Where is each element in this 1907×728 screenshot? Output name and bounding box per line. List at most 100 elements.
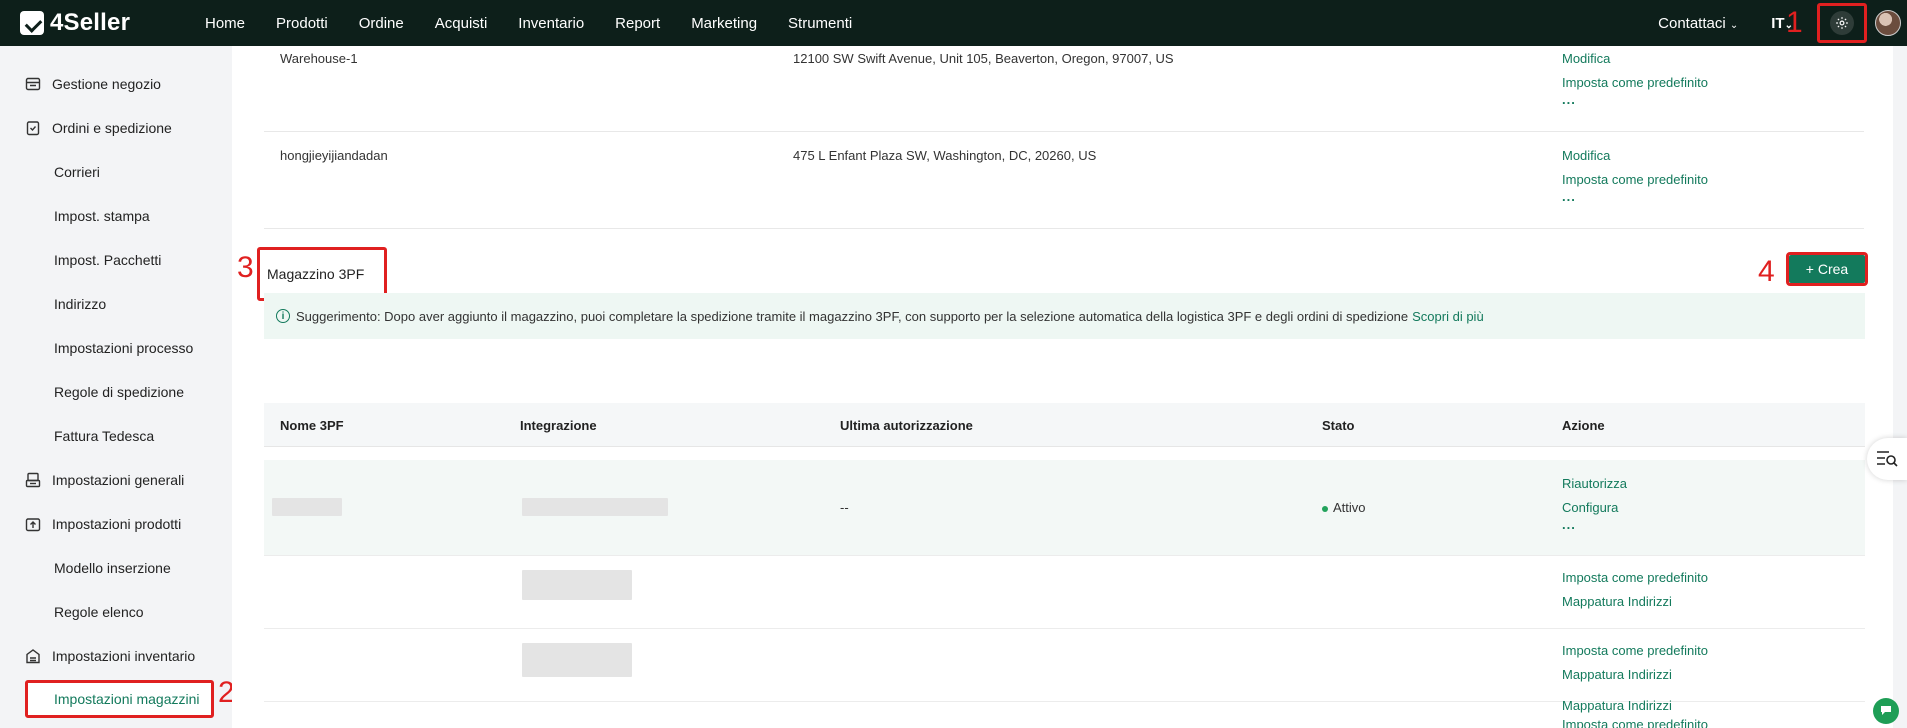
sidebar-item-corrieri[interactable]: Corrieri <box>0 157 232 187</box>
settings-button[interactable] <box>1817 3 1867 43</box>
nav-prodotti[interactable]: Prodotti <box>276 15 328 32</box>
sidebar-item-label: Fattura Tedesca <box>54 428 155 444</box>
set-default-link[interactable]: Imposta come predefinito <box>1562 643 1708 658</box>
sidebar: Gestione negozio Ordini e spedizione Cor… <box>0 46 232 728</box>
sidebar-item-label: Indirizzo <box>54 296 107 312</box>
redacted-integration <box>522 570 632 600</box>
column-header: Integrazione <box>520 418 597 433</box>
column-header: Azione <box>1562 418 1605 433</box>
redacted-integration <box>522 498 668 516</box>
sidebar-item-impostazioni-inventario[interactable]: Impostazioni inventario <box>0 641 232 671</box>
top-navbar: 4Seller Home Prodotti Ordine Acquisti In… <box>0 0 1907 46</box>
search-list-button[interactable] <box>1867 438 1907 480</box>
table-row: Imposta come predefinito Mappatura Indir… <box>264 556 1865 629</box>
tip-text: Suggerimento: Dopo aver aggiunto il maga… <box>296 308 1409 324</box>
more-actions[interactable]: ... <box>1562 189 1576 204</box>
redacted-name <box>272 498 342 516</box>
sidebar-item-ordini-spedizione[interactable]: Ordini e spedizione <box>0 113 232 143</box>
sidebar-item-label: Impost. Pacchetti <box>54 252 162 268</box>
contact-menu[interactable]: Contattaci ⌄ <box>1658 15 1738 32</box>
more-actions[interactable]: ... <box>1562 517 1576 532</box>
sidebar-item-regole-elenco[interactable]: Regole elenco <box>0 597 232 627</box>
language-label: IT <box>1771 14 1785 32</box>
chevron-down-icon: ⌄ <box>1729 19 1739 31</box>
last-auth-value: -- <box>840 500 849 515</box>
create-button[interactable]: + Crea <box>1789 255 1865 283</box>
main-nav: Home Prodotti Ordine Acquisti Inventario… <box>205 15 883 32</box>
sidebar-item-indirizzo[interactable]: Indirizzo <box>0 289 232 319</box>
nav-home[interactable]: Home <box>205 15 245 32</box>
search-list-icon <box>1876 449 1898 470</box>
sidebar-item-fattura-tedesca[interactable]: Fattura Tedesca <box>0 421 232 451</box>
store-icon <box>24 75 42 93</box>
row-divider <box>264 131 1864 132</box>
nav-marketing[interactable]: Marketing <box>691 15 757 32</box>
info-icon: i <box>276 309 290 323</box>
warehouse-address: 12100 SW Swift Avenue, Unit 105, Beavert… <box>793 51 1174 66</box>
nav-report[interactable]: Report <box>615 15 660 32</box>
inventory-icon <box>24 647 42 665</box>
logo-icon <box>20 11 44 35</box>
sidebar-item-impostazioni-magazzini[interactable]: Impostazioni magazzini <box>25 680 214 718</box>
table-row: Imposta come predefinito Mappatura Indir… <box>264 629 1865 702</box>
redacted-integration <box>522 643 632 677</box>
column-header: Ultima autorizzazione <box>840 418 973 433</box>
learn-more-link[interactable]: Scopri di più <box>1412 309 1484 324</box>
gear-icon <box>1830 11 1854 35</box>
chat-support-button[interactable] <box>1873 698 1899 724</box>
sidebar-item-label: Impostazioni inventario <box>52 648 196 664</box>
sidebar-item-impostazioni-generali[interactable]: Impostazioni generali <box>0 465 232 495</box>
sidebar-item-impostazioni-prodotti[interactable]: Impostazioni prodotti <box>0 509 232 539</box>
sidebar-item-label: Corrieri <box>54 164 100 180</box>
printer-icon <box>24 471 42 489</box>
nav-ordine[interactable]: Ordine <box>359 15 404 32</box>
warehouse-name: hongjieyijiandadan <box>280 148 388 163</box>
nav-strumenti[interactable]: Strumenti <box>788 15 852 32</box>
sidebar-item-label: Impost. stampa <box>54 208 150 224</box>
sidebar-item-modello-inserzione[interactable]: Modello inserzione <box>0 553 232 583</box>
sidebar-item-label: Impostazioni processo <box>54 340 194 356</box>
nav-acquisti[interactable]: Acquisti <box>435 15 488 32</box>
sidebar-item-label: Gestione negozio <box>52 76 161 92</box>
set-default-link[interactable]: Imposta come predefinito <box>1562 75 1708 90</box>
edit-link[interactable]: Modifica <box>1562 51 1610 66</box>
edit-link[interactable]: Modifica <box>1562 148 1610 163</box>
address-mapping-link[interactable]: Mappatura Indirizzi <box>1562 594 1672 609</box>
sidebar-item-regole-spedizione[interactable]: Regole di spedizione <box>0 377 232 407</box>
set-default-link[interactable]: Imposta come predefinito <box>1562 570 1708 585</box>
status-badge: Attivo <box>1322 500 1366 515</box>
status-text: Attivo <box>1333 500 1366 515</box>
brand-name: 4Seller <box>50 9 131 36</box>
set-default-link[interactable]: Imposta come predefinito <box>1562 717 1708 728</box>
more-actions[interactable]: ... <box>1562 92 1576 107</box>
configure-link[interactable]: Configura <box>1562 500 1618 515</box>
row-divider <box>264 228 1864 229</box>
sidebar-item-gestione-negozio[interactable]: Gestione negozio <box>0 69 232 99</box>
box-upload-icon <box>24 515 42 533</box>
chat-icon <box>1879 703 1893 720</box>
main-content: Warehouse-1 12100 SW Swift Avenue, Unit … <box>232 46 1893 728</box>
table-header: Nome 3PF Integrazione Ultima autorizzazi… <box>264 403 1865 447</box>
sidebar-item-label: Regole elenco <box>54 604 144 620</box>
create-button-frame: + Crea <box>1786 252 1868 286</box>
annotation-1: 1 <box>1786 6 1803 39</box>
contact-label: Contattaci <box>1658 14 1726 32</box>
annotation-3: 3 <box>237 251 254 284</box>
address-mapping-link[interactable]: Mappatura Indirizzi <box>1562 667 1672 682</box>
tip-banner: i Suggerimento: Dopo aver aggiunto il ma… <box>264 293 1865 339</box>
user-avatar[interactable] <box>1875 10 1901 36</box>
sidebar-item-impost-pacchetti[interactable]: Impost. Pacchetti <box>0 245 232 275</box>
section-title-text: Magazzino 3PF <box>267 266 365 282</box>
table-row: -- Attivo Riautorizza Configura ... <box>264 460 1865 556</box>
warehouse-address: 475 L Enfant Plaza SW, Washington, DC, 2… <box>793 148 1097 163</box>
sidebar-item-impost-stampa[interactable]: Impost. stampa <box>0 201 232 231</box>
column-header: Stato <box>1322 418 1355 433</box>
sidebar-item-impostazioni-processo[interactable]: Impostazioni processo <box>0 333 232 363</box>
set-default-link[interactable]: Imposta come predefinito <box>1562 172 1708 187</box>
sidebar-item-label: Modello inserzione <box>54 560 171 576</box>
address-mapping-link[interactable]: Mappatura Indirizzi <box>1562 698 1672 713</box>
logo[interactable]: 4Seller <box>20 9 185 37</box>
nav-inventario[interactable]: Inventario <box>518 15 584 32</box>
sidebar-item-label: Impostazioni generali <box>52 472 185 488</box>
reauthorize-link[interactable]: Riautorizza <box>1562 476 1627 491</box>
